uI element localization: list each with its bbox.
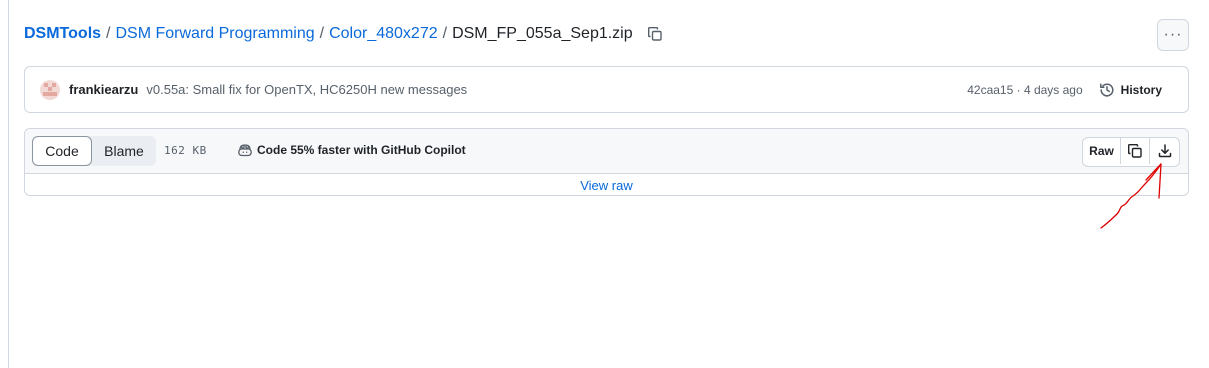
breadcrumb: DSMTools / DSM Forward Programming / Col… (24, 24, 663, 44)
copilot-promo-label: Code 55% faster with GitHub Copilot (257, 143, 466, 157)
history-label: History (1120, 82, 1162, 97)
view-raw-link[interactable]: View raw (25, 174, 1188, 195)
copy-icon (647, 27, 662, 41)
breadcrumb-subfolder-link[interactable]: Color_480x272 (329, 24, 438, 44)
breadcrumb-separator: / (106, 25, 111, 42)
more-options-button[interactable]: ··· (1157, 19, 1189, 51)
commit-sha-and-date[interactable]: 42caa15 · 4 days ago (967, 83, 1082, 97)
breadcrumb-separator: / (442, 25, 448, 42)
history-icon (1099, 82, 1114, 96)
copilot-icon (238, 144, 252, 157)
commit-message-link[interactable]: v0.55a: Small fix for OpenTX, HC6250H ne… (146, 82, 467, 97)
file-size: 162 KB (164, 144, 207, 157)
copy-path-button[interactable] (647, 26, 663, 42)
latest-commit-bar: frankiearzu v0.55a: Small fix for OpenTX… (24, 66, 1189, 113)
copy-icon (1128, 144, 1142, 158)
copilot-promo-link[interactable]: Code 55% faster with GitHub Copilot (237, 142, 466, 158)
breadcrumb-repo-link[interactable]: DSMTools (24, 24, 101, 44)
kebab-horizontal-icon: ··· (1163, 26, 1183, 43)
avatar[interactable] (40, 79, 60, 100)
file-viewer: Code Blame 162 KB Code 55% faster with G… (24, 128, 1189, 196)
tab-blame[interactable]: Blame (92, 136, 156, 166)
file-header: Code Blame 162 KB Code 55% faster with G… (25, 129, 1188, 174)
view-mode-toggle: Code Blame (32, 136, 156, 166)
history-button[interactable]: History (1099, 82, 1162, 98)
download-icon (1158, 144, 1171, 158)
breadcrumb-separator: / (319, 25, 325, 42)
breadcrumb-current-file: DSM_FP_055a_Sep1.zip (452, 25, 633, 42)
breadcrumb-folder-link[interactable]: DSM Forward Programming (115, 24, 314, 44)
commit-author-link[interactable]: frankiearzu (69, 82, 138, 97)
red-arrow-annotation (1100, 163, 1162, 229)
tab-code[interactable]: Code (32, 136, 92, 166)
